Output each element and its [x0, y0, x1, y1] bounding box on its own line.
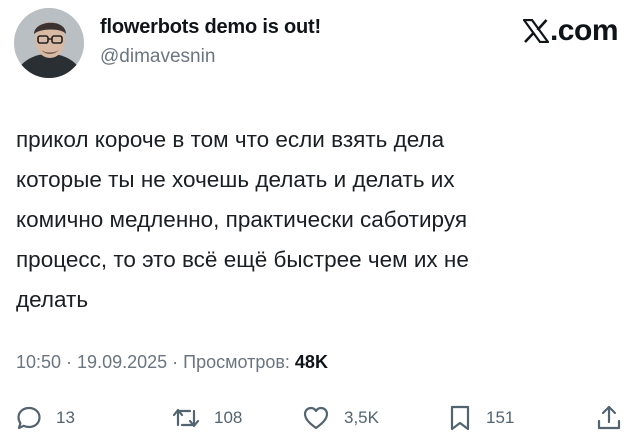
x-com-brand: .com: [522, 14, 619, 48]
tweet-line: комично медленно, практически саботируя: [16, 207, 467, 232]
repost-button[interactable]: 108: [172, 398, 242, 438]
avatar[interactable]: [14, 8, 84, 78]
tweet-line: которые ты не хочешь делать и делать их: [16, 167, 455, 192]
share-icon: [597, 405, 621, 430]
author-handle[interactable]: @dimavesnin: [100, 46, 215, 68]
tweet-line: процесс, то это всё ещё быстрее чем их н…: [16, 247, 469, 272]
reply-icon: [17, 406, 41, 430]
views-label: Просмотров:: [183, 352, 295, 372]
reply-button[interactable]: 13: [16, 398, 75, 438]
like-button[interactable]: 3,5K: [302, 398, 379, 438]
brand-label: .com: [549, 14, 619, 47]
share-button[interactable]: [596, 398, 622, 438]
tweet-text: прикол короче в том что если взять дела …: [16, 120, 616, 320]
reply-count: 13: [56, 408, 75, 427]
action-bar: 13 108 3,5K 151: [0, 398, 640, 438]
bookmark-button[interactable]: 151: [448, 398, 514, 438]
author-name[interactable]: flowerbots demo is out!: [100, 16, 321, 39]
tweet-line: прикол короче в том что если взять дела: [16, 127, 445, 152]
like-count: 3,5K: [344, 408, 379, 427]
tweet-time[interactable]: 10:50: [16, 352, 61, 372]
bookmark-icon: [450, 405, 470, 431]
avatar-photo-icon: [14, 8, 84, 78]
meta-separator: ·: [167, 352, 184, 372]
tweet-date[interactable]: 19.09.2025: [77, 352, 167, 372]
heart-icon: [303, 406, 329, 430]
tweet-line: делать: [16, 287, 89, 312]
x-logo-icon: [522, 19, 549, 43]
views-count: 48K: [294, 352, 328, 372]
repost-count: 108: [214, 408, 243, 427]
repost-icon: [172, 408, 200, 428]
bookmark-count: 151: [486, 408, 515, 427]
meta-separator: ·: [61, 352, 78, 372]
tweet-meta: 10:50 · 19.09.2025 · Просмотров: 48K: [16, 352, 328, 373]
